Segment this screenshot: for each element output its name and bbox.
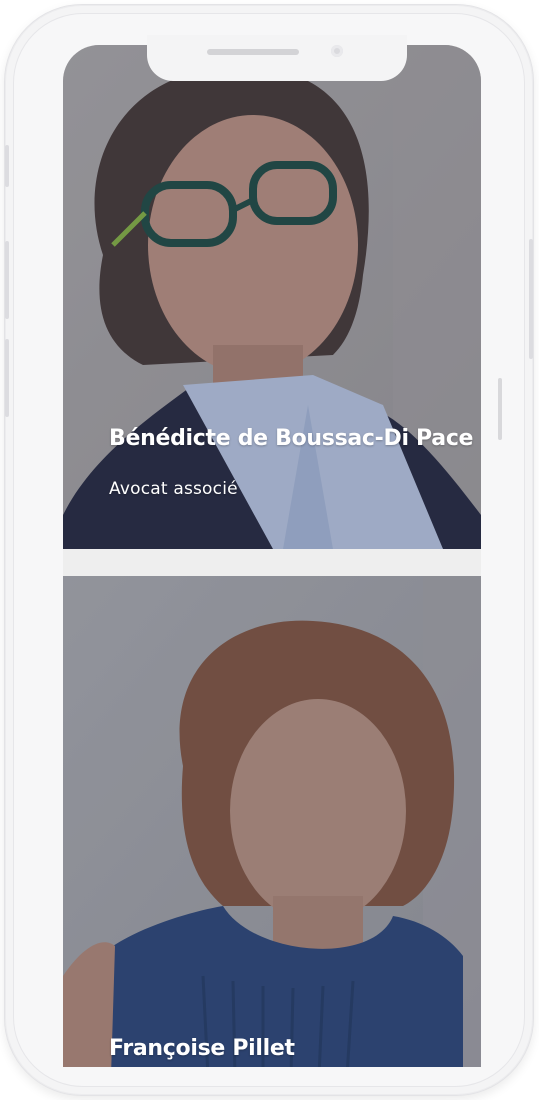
photo-overlay xyxy=(63,576,481,1067)
volume-down-button xyxy=(5,339,9,417)
phone-frame: Bénédicte de Boussac-Di Pace Avocat asso… xyxy=(4,4,534,1096)
speaker-grille xyxy=(207,49,299,55)
team-member-card[interactable]: Françoise Pillet xyxy=(63,576,481,1067)
phone-notch xyxy=(147,35,407,81)
volume-up-button xyxy=(5,241,9,319)
mute-switch xyxy=(5,145,9,187)
member-role: Avocat associé xyxy=(109,479,238,499)
team-member-card[interactable]: Bénédicte de Boussac-Di Pace Avocat asso… xyxy=(63,45,481,549)
member-name: Françoise Pillet xyxy=(109,1036,295,1061)
scrollbar[interactable] xyxy=(498,378,502,440)
phone-screen: Bénédicte de Boussac-Di Pace Avocat asso… xyxy=(63,45,481,1067)
power-button xyxy=(529,239,533,359)
photo-overlay xyxy=(63,45,481,549)
camera-icon xyxy=(331,45,343,57)
member-name: Bénédicte de Boussac-Di Pace xyxy=(109,426,474,451)
